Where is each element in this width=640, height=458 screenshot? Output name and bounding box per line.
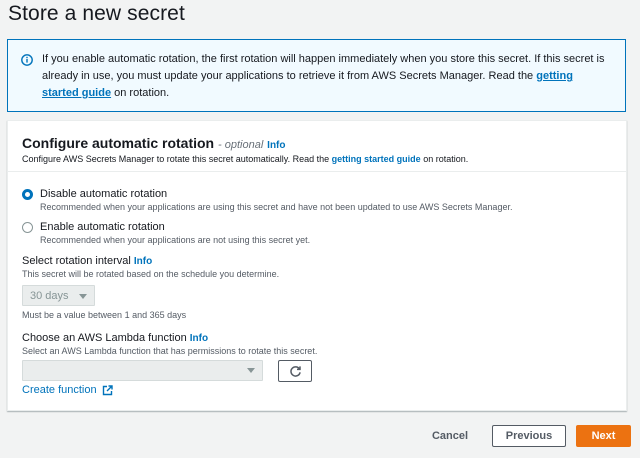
- rotation-interval-field: Select rotation interval Info This secre…: [22, 255, 279, 279]
- lambda-function-field: Choose an AWS Lambda function Info Selec…: [22, 332, 317, 356]
- panel-optional-label: - optional: [218, 139, 264, 151]
- panel-getting-started-link[interactable]: getting started guide: [332, 154, 421, 164]
- panel-title: Configure automatic rotation - optional …: [22, 135, 626, 151]
- caret-down-icon: [79, 294, 87, 299]
- interval-info-link[interactable]: Info: [134, 256, 152, 267]
- create-function-link[interactable]: Create function: [22, 384, 113, 396]
- interval-label: Select rotation interval: [22, 255, 131, 267]
- caret-down-icon: [247, 368, 255, 373]
- alert-suffix: on rotation.: [114, 87, 170, 99]
- field-label: Choose an AWS Lambda function Info: [22, 332, 317, 344]
- alert-text: If you enable automatic rotation, the fi…: [42, 53, 605, 82]
- info-circle-icon: [21, 54, 33, 66]
- radio-label: Enable automatic rotation: [40, 221, 165, 233]
- panel-desc-suffix: on rotation.: [423, 154, 469, 164]
- previous-button[interactable]: Previous: [492, 425, 566, 447]
- lambda-function-select[interactable]: [22, 360, 263, 381]
- panel-title-text: Configure automatic rotation: [22, 135, 215, 151]
- lambda-info-link[interactable]: Info: [190, 333, 208, 344]
- lambda-label: Choose an AWS Lambda function: [22, 332, 187, 344]
- panel-description: Configure AWS Secrets Manager to rotate …: [22, 154, 626, 164]
- radio-description: Recommended when your applications are n…: [40, 235, 311, 245]
- panel-header: Configure automatic rotation - optional …: [8, 121, 626, 172]
- radio-enable-rotation[interactable]: Enable automatic rotation Recommended wh…: [22, 220, 310, 246]
- rotation-panel: Configure automatic rotation - optional …: [7, 120, 627, 411]
- interval-description: This secret will be rotated based on the…: [22, 269, 280, 279]
- external-link-icon: [102, 384, 113, 395]
- refresh-button[interactable]: [278, 360, 312, 382]
- create-function-label: Create function: [22, 384, 97, 396]
- panel-info-link[interactable]: Info: [267, 140, 285, 151]
- panel-desc-text: Configure AWS Secrets Manager to rotate …: [22, 154, 330, 164]
- field-label: Select rotation interval Info: [22, 255, 279, 267]
- radio-description: Recommended when your applications are u…: [40, 202, 513, 212]
- rotation-interval-select[interactable]: 30 days: [22, 285, 95, 306]
- lambda-description: Select an AWS Lambda function that has p…: [22, 346, 318, 356]
- interval-value: 30 days: [30, 290, 69, 302]
- radio-label: Disable automatic rotation: [40, 188, 168, 200]
- radio-disable-rotation[interactable]: Disable automatic rotation Recommended w…: [22, 187, 512, 213]
- refresh-icon: [289, 365, 301, 377]
- page-title: Store a new secret: [8, 2, 185, 25]
- cancel-button[interactable]: Cancel: [424, 426, 476, 446]
- radio-button[interactable]: [22, 222, 33, 233]
- info-alert: If you enable automatic rotation, the fi…: [7, 39, 626, 112]
- next-button[interactable]: Next: [576, 425, 631, 447]
- interval-constraint: Must be a value between 1 and 365 days: [22, 310, 187, 320]
- radio-button-checked[interactable]: [22, 189, 33, 200]
